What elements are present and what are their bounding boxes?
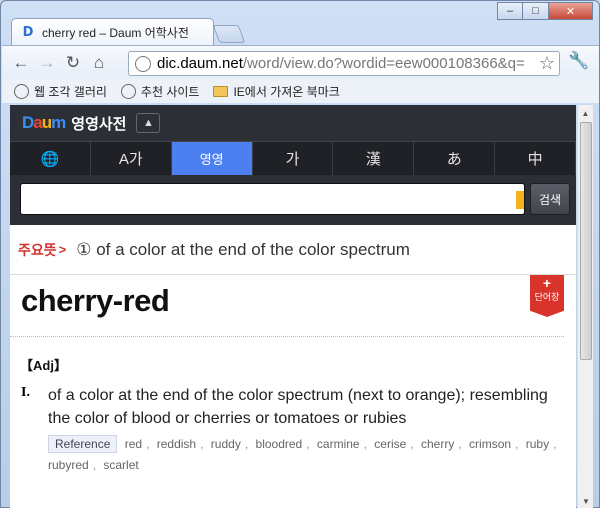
globe-icon xyxy=(135,55,151,72)
part-of-speech: 【Adj】 xyxy=(20,358,67,373)
wrench-icon[interactable]: 🔧 xyxy=(568,51,589,71)
reference-link[interactable]: reddish xyxy=(157,437,196,451)
chevron-up-icon[interactable]: ▲ xyxy=(136,113,161,133)
folder-icon xyxy=(213,85,229,97)
sense-number: I. xyxy=(21,385,30,400)
reference-link[interactable]: ruddy xyxy=(211,437,241,451)
sense: I. of a color at the end of the color sp… xyxy=(10,374,576,430)
daum-logo[interactable]: Daum xyxy=(22,113,66,133)
page-content: Daum 영영사전 ▲ 🌐 A가 영영 가 漢 あ 中 검색 주요뜻 > ① of… xyxy=(10,105,576,508)
language-tabs: 🌐 A가 영영 가 漢 あ 中 xyxy=(10,141,576,175)
bookmark-item[interactable]: 웹 조각 갤러리 xyxy=(14,83,107,100)
add-to-wordbook-button[interactable]: + 단어장 xyxy=(530,275,564,317)
reload-icon[interactable]: ↻ xyxy=(60,50,86,76)
bookmark-star-icon[interactable]: ☆ xyxy=(539,53,555,74)
bookmark-item[interactable]: 추천 사이트 xyxy=(120,83,200,100)
reference-link[interactable]: scarlet xyxy=(103,458,138,472)
headword: cherry-red xyxy=(21,283,170,318)
forward-arrow-icon[interactable]: → xyxy=(34,50,60,76)
search-input[interactable] xyxy=(20,183,525,215)
reference-link[interactable]: red xyxy=(125,437,142,451)
headword-section: cherry-red + 단어장 xyxy=(10,275,564,337)
back-arrow-icon[interactable]: ← xyxy=(8,50,34,76)
summary-text: ① of a color at the end of the color spe… xyxy=(76,239,410,259)
search-bar: 검색 xyxy=(10,175,576,225)
browser-toolbar: ← → ↻ ⌂ dic.daum.net/word/view.do?wordid… xyxy=(2,45,599,79)
globe-icon xyxy=(120,83,136,99)
new-tab-button[interactable] xyxy=(212,25,246,43)
reference-link[interactable]: bloodred xyxy=(256,437,303,451)
input-indicator xyxy=(516,191,524,209)
globe-icon: 🌐 xyxy=(40,150,60,168)
browser-tab[interactable]: D cherry red – Daum 어학사전 xyxy=(11,18,214,45)
scroll-up-icon[interactable]: ▲ xyxy=(578,105,593,121)
address-bar[interactable]: dic.daum.net/word/view.do?wordid=eew0001… xyxy=(128,51,560,76)
sense-definition: of a color at the end of the color spect… xyxy=(48,387,548,427)
bookmark-label: IE에서 가져온 북마크 xyxy=(233,84,340,99)
bookmark-item[interactable]: IE에서 가져온 북마크 xyxy=(213,83,340,100)
bookmark-label: 추천 사이트 xyxy=(140,84,200,99)
tab-title: cherry red – Daum 어학사전 xyxy=(42,25,189,40)
tab-korean[interactable]: 가 xyxy=(253,142,334,175)
reference-link[interactable]: carmine xyxy=(317,437,360,451)
maximize-button[interactable]: □ xyxy=(523,2,549,20)
reference-link[interactable]: crimson xyxy=(469,437,511,451)
summary-arrow-icon: > xyxy=(58,242,67,257)
page-scrollbar[interactable]: ▲ ▼ xyxy=(577,105,593,508)
dictionary-header: Daum 영영사전 ▲ xyxy=(10,105,576,141)
scrollbar-thumb[interactable] xyxy=(580,122,592,360)
scroll-down-icon[interactable]: ▼ xyxy=(578,493,594,508)
wordbook-label: 단어장 xyxy=(534,292,560,302)
globe-icon xyxy=(14,83,29,99)
plus-icon: + xyxy=(542,275,552,291)
daum-favicon-icon: D xyxy=(22,24,34,40)
tab-globe[interactable]: 🌐 xyxy=(10,142,91,175)
home-icon[interactable]: ⌂ xyxy=(86,50,112,76)
close-window-button[interactable]: ✕ xyxy=(549,2,593,20)
tab-chinese[interactable]: 中 xyxy=(495,142,576,175)
minimize-button[interactable]: – xyxy=(497,2,523,20)
summary-meaning: 주요뜻 > ① of a color at the end of the colo… xyxy=(10,225,576,275)
summary-key-label: 주요뜻 xyxy=(18,241,57,258)
reference-label: Reference xyxy=(48,435,118,453)
reference-link[interactable]: cherry xyxy=(421,437,454,451)
tab-english-english[interactable]: 영영 xyxy=(171,142,253,175)
tab-english-korean[interactable]: A가 xyxy=(91,142,172,175)
browser-window: D cherry red – Daum 어학사전 – □ ✕ ← → ↻ ⌂ d… xyxy=(0,0,600,508)
tab-hanja[interactable]: 漢 xyxy=(333,142,415,175)
reference-list: Reference red, reddish, ruddy, bloodred,… xyxy=(48,435,557,472)
url-text: dic.daum.net/word/view.do?wordid=eew0001… xyxy=(157,55,525,72)
reference-link[interactable]: cerise xyxy=(374,437,406,451)
bookmarks-bar: 웹 조각 갤러리 추천 사이트 IE에서 가져온 북마크 xyxy=(2,79,599,103)
reference-link[interactable]: ruby xyxy=(526,437,549,451)
search-button[interactable]: 검색 xyxy=(530,183,570,215)
tab-japanese[interactable]: あ xyxy=(414,142,496,175)
window-controls: – □ ✕ xyxy=(497,2,593,20)
dictionary-name[interactable]: 영영사전 xyxy=(71,113,126,134)
bookmark-label: 웹 조각 갤러리 xyxy=(34,84,107,99)
reference-link[interactable]: rubyred xyxy=(48,458,89,472)
